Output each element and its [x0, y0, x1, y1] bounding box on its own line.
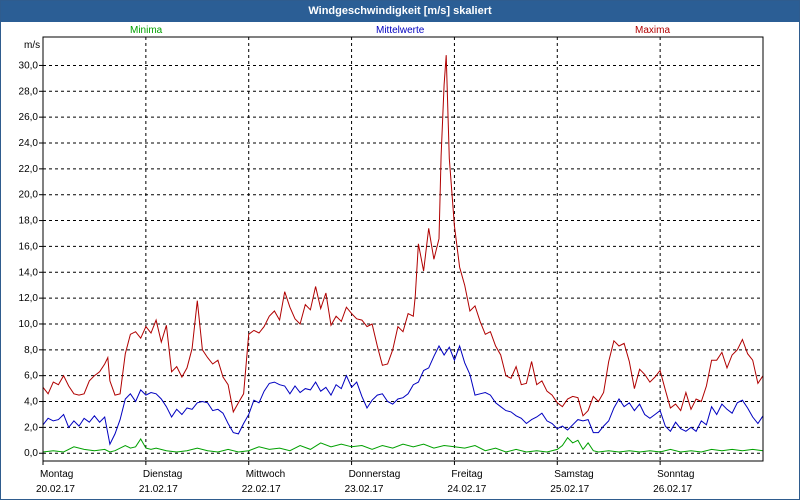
- y-tick-label: 8,0: [24, 345, 38, 356]
- legend-minima: Minima: [130, 25, 163, 36]
- series-line-mittelwerte: [42, 344, 764, 446]
- x-tick-day: Donnerstag: [349, 469, 401, 480]
- y-tick-label: 26,0: [19, 112, 39, 123]
- y-axis-unit: m/s: [24, 40, 41, 51]
- series-line-minima: [42, 436, 764, 453]
- x-axis-ticks: Montag 20.02.17 Dienstag 21.02.17 Mittwoch 22…: [36, 461, 694, 495]
- y-tick-label: 4,0: [24, 397, 38, 408]
- x-tick-day: Freitag: [451, 469, 482, 480]
- legend-maxima: Maxima: [635, 25, 671, 36]
- x-tick-day: Mittwoch: [246, 469, 285, 480]
- y-tick-label: 24,0: [19, 138, 39, 149]
- x-tick-day: Sonntag: [657, 469, 694, 480]
- x-tick-date: 24.02.17: [447, 484, 486, 495]
- x-tick-day: Dienstag: [143, 469, 182, 480]
- x-tick-date: 26.02.17: [653, 484, 692, 495]
- y-tick-label: 2,0: [24, 422, 38, 433]
- y-tick-label: 16,0: [19, 241, 39, 252]
- series-line-maxima: [42, 55, 764, 417]
- x-tick-date: 25.02.17: [550, 484, 589, 495]
- wind-speed-chart: 0,0 2,0 4,0 6,0 8,0 10,0 12,0 14,0 16,0 18,0 20,0 2…: [19, 36, 764, 495]
- y-tick-label: 0,0: [24, 448, 38, 459]
- y-tick-label: 6,0: [24, 371, 38, 382]
- x-tick-day: Samstag: [554, 469, 593, 480]
- x-tick-date: 22.02.17: [242, 484, 281, 495]
- y-tick-label: 30,0: [19, 60, 39, 71]
- y-tick-label: 20,0: [19, 190, 39, 201]
- y-axis-ticks: 0,0 2,0 4,0 6,0 8,0 10,0 12,0 14,0 16,0 18,0 20,0 2…: [19, 60, 43, 459]
- y-tick-label: 18,0: [19, 216, 39, 227]
- y-tick-label: 28,0: [19, 86, 39, 97]
- x-tick-day: Montag: [40, 469, 73, 480]
- x-tick-date: 20.02.17: [36, 484, 75, 495]
- x-tick-date: 21.02.17: [139, 484, 178, 495]
- legend-mittelwerte: Mittelwerte: [376, 25, 425, 36]
- y-tick-label: 22,0: [19, 164, 39, 175]
- series-lines: [42, 55, 764, 453]
- y-tick-label: 14,0: [19, 267, 39, 278]
- x-tick-date: 23.02.17: [345, 484, 384, 495]
- y-tick-label: 12,0: [19, 293, 39, 304]
- y-tick-label: 10,0: [19, 319, 39, 330]
